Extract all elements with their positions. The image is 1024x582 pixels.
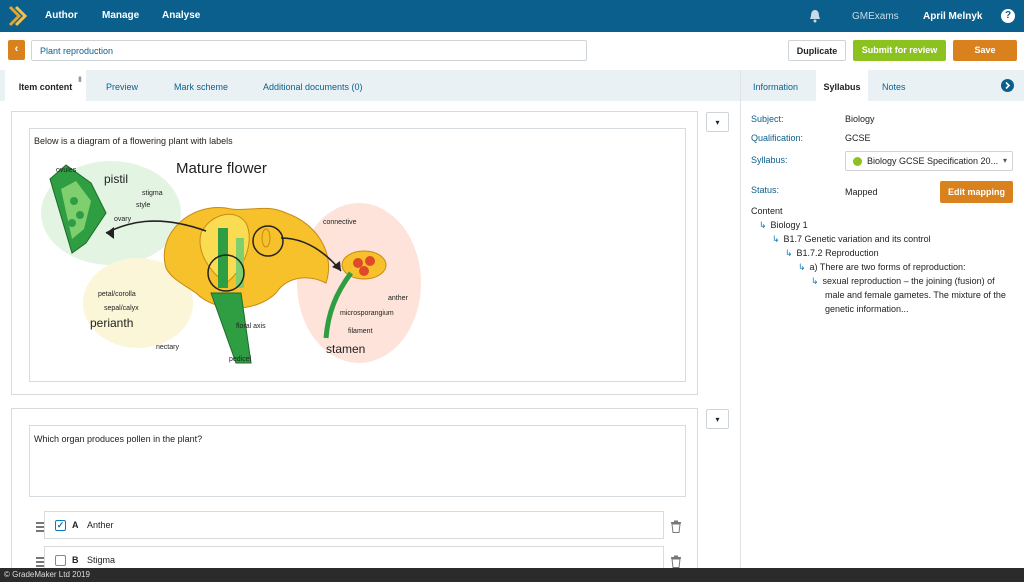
tab-preview[interactable]: Preview <box>106 70 138 101</box>
option-a-letter: A <box>72 520 79 530</box>
arrow-icon: ↳ <box>772 234 780 244</box>
org-switcher[interactable]: GMExams <box>852 11 899 22</box>
arrow-icon: ↳ <box>811 276 819 286</box>
option-b-checkbox[interactable] <box>55 555 66 566</box>
arrow-icon: ↳ <box>759 220 767 230</box>
item-content-panel: Below is a diagram of a flowering plant … <box>0 101 740 578</box>
stem-editor[interactable]: Below is a diagram of a flowering plant … <box>29 128 686 382</box>
stem-text: Below is a diagram of a flowering plant … <box>34 136 233 146</box>
item-title-input[interactable] <box>31 40 587 61</box>
syllabus-select-value: Biology GCSE Specification 20... <box>867 156 999 166</box>
tab-information[interactable]: Information <box>753 70 798 101</box>
syllabus-select[interactable]: Biology GCSE Specification 20... ▾ <box>845 151 1013 171</box>
arrow-icon: ↳ <box>785 248 793 258</box>
tab-mark-scheme[interactable]: Mark scheme <box>174 70 228 101</box>
tab-syllabus[interactable]: Syllabus <box>816 70 868 101</box>
side-tabs: Information Syllabus Notes <box>741 70 1024 101</box>
label-ovary: ovary <box>114 216 132 223</box>
tree-node[interactable]: ↳ Biology 1 <box>759 218 808 232</box>
tree-node-continuation: male and female gametes. The mixture of … <box>825 290 1006 300</box>
label-stamen: stamen <box>326 342 365 356</box>
bell-icon[interactable] <box>808 9 822 23</box>
question-editor[interactable]: Which organ produces pollen in the plant… <box>29 425 686 497</box>
stem-card: Below is a diagram of a flowering plant … <box>11 111 698 395</box>
stem-options-dropdown[interactable]: ▾ <box>706 112 729 132</box>
tab-additional-documents[interactable]: Additional documents (0) <box>263 70 363 101</box>
top-navbar: Author Manage Analyse GMExams April Meln… <box>0 0 1024 32</box>
footer-copyright: © GradeMaker Ltd 2019 <box>0 568 1024 582</box>
delete-option-a-icon[interactable] <box>670 520 682 533</box>
nav-analyse[interactable]: Analyse <box>162 10 200 21</box>
label-ovules: ovules <box>56 167 77 174</box>
label-pedicel: pedicel <box>229 356 252 363</box>
tree-node[interactable]: ↳ B1.7.2 Reproduction <box>785 246 879 260</box>
label-microsporangium: microsporangium <box>340 310 394 317</box>
label-perianth: perianth <box>90 316 133 330</box>
subject-label: Subject: <box>751 114 784 124</box>
tree-node-continuation: genetic information... <box>825 304 909 314</box>
edit-mapping-button[interactable]: Edit mapping <box>940 181 1013 203</box>
user-menu[interactable]: April Melnyk <box>923 11 982 22</box>
option-b-text: Stigma <box>87 555 116 565</box>
syllabus-panel: Subject: Biology Qualification: GCSE Syl… <box>741 101 1024 568</box>
syllabus-label: Syllabus: <box>751 155 788 165</box>
item-header: ‹ Duplicate Submit for review Save <box>0 32 1024 70</box>
status-dot <box>853 157 862 166</box>
help-icon[interactable]: ? <box>1001 9 1015 23</box>
tab-item-content[interactable]: Item content <box>5 70 86 101</box>
label-petal: petal/corolla <box>98 291 136 298</box>
label-filament: filament <box>348 328 373 335</box>
status-value: Mapped <box>845 187 878 197</box>
qualification-label: Qualification: <box>751 133 804 143</box>
status-label: Status: <box>751 185 780 195</box>
label-sepal: sepal/calyx <box>104 305 139 312</box>
duplicate-button[interactable]: Duplicate <box>788 40 846 61</box>
question-text: Which organ produces pollen in the plant… <box>34 434 203 444</box>
chevron-down-icon: ▾ <box>1002 156 1007 165</box>
label-style: style <box>136 202 151 209</box>
submit-for-review-button[interactable]: Submit for review <box>853 40 946 61</box>
question-options-dropdown[interactable]: ▾ <box>706 409 729 429</box>
subject-value: Biology <box>845 114 875 124</box>
arrow-icon: ↳ <box>798 262 806 272</box>
tree-node[interactable]: ↳ B1.7 Genetic variation and its control <box>772 232 931 246</box>
grademaker-logo-icon[interactable] <box>8 5 28 27</box>
flower-diagram: ovules pistil petal/corolla sepal/calyx … <box>41 160 421 364</box>
option-a-text: Anther <box>87 520 114 530</box>
question-card: Which organ produces pollen in the plant… <box>11 408 698 578</box>
label-nectary: nectary <box>156 344 179 351</box>
content-tabs: Item content ▮ Preview Mark scheme Addit… <box>0 70 740 101</box>
option-a-checkbox[interactable]: ✓ <box>55 520 66 531</box>
nav-author[interactable]: Author <box>45 10 78 21</box>
label-stigma: stigma <box>142 190 163 197</box>
option-b-letter: B <box>72 555 79 565</box>
collapse-panel-icon[interactable] <box>1001 79 1014 92</box>
label-anther: anther <box>388 295 409 302</box>
delete-option-b-icon[interactable] <box>670 555 682 568</box>
back-button[interactable]: ‹ <box>8 40 25 60</box>
label-connective: connective <box>323 219 357 226</box>
tree-node[interactable]: ↳ sexual reproduction – the joining (fusi… <box>811 274 995 288</box>
label-pistil: pistil <box>104 172 128 186</box>
tab-notes[interactable]: Notes <box>882 70 906 101</box>
option-a[interactable]: ✓ A Anther <box>44 511 664 539</box>
pin-icon: ▮ <box>78 76 82 83</box>
qualification-value: GCSE <box>845 133 871 143</box>
content-label: Content <box>751 206 783 216</box>
tree-node[interactable]: ↳ a) There are two forms of reproduction: <box>798 260 965 274</box>
label-floral-axis: floral axis <box>236 323 266 330</box>
save-button[interactable]: Save <box>953 40 1017 61</box>
diagram-title: Mature flower <box>176 160 267 177</box>
nav-manage[interactable]: Manage <box>102 10 139 21</box>
